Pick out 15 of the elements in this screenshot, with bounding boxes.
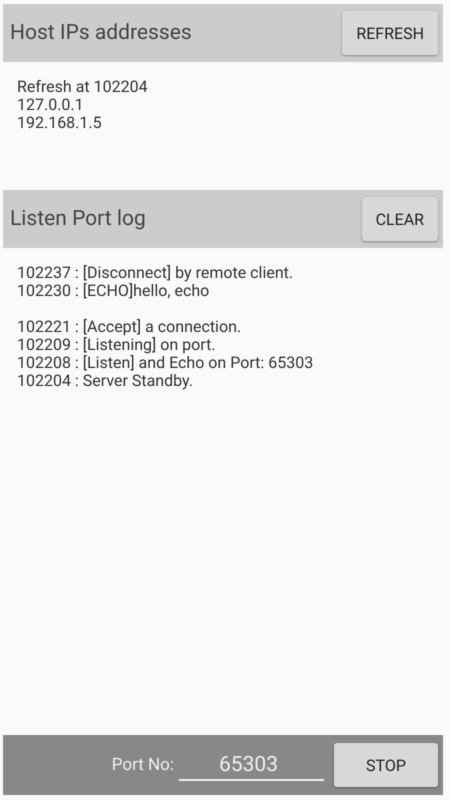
log-entry: 102209 : [Listening] on port.	[17, 336, 217, 354]
log-entry: 102208 : [Listen] and Echo on Port: 65303	[17, 354, 314, 372]
ip-info-line: 127.0.0.1	[17, 96, 85, 114]
log-entry: 102230 : [ECHO]hello, echo	[17, 282, 210, 300]
log-entry: 102204 : Server Standby.	[17, 372, 194, 390]
refresh-button[interactable]: REFRESH	[342, 11, 438, 55]
port-label: Port No:	[112, 755, 174, 775]
ip-info-line: Refresh at 102204	[17, 78, 149, 96]
ip-info-line: 192.168.1.5	[17, 114, 103, 132]
section-title: Listen Port log	[10, 207, 146, 231]
log-entry: 102221 : [Accept] a connection.	[17, 318, 242, 336]
stop-button[interactable]: STOP	[334, 743, 438, 787]
section-title: Host IPs addresses	[10, 21, 192, 45]
clear-button[interactable]: CLEAR	[362, 197, 438, 241]
log-entry: 102237 : [Disconnect] by remote client.	[17, 264, 294, 282]
